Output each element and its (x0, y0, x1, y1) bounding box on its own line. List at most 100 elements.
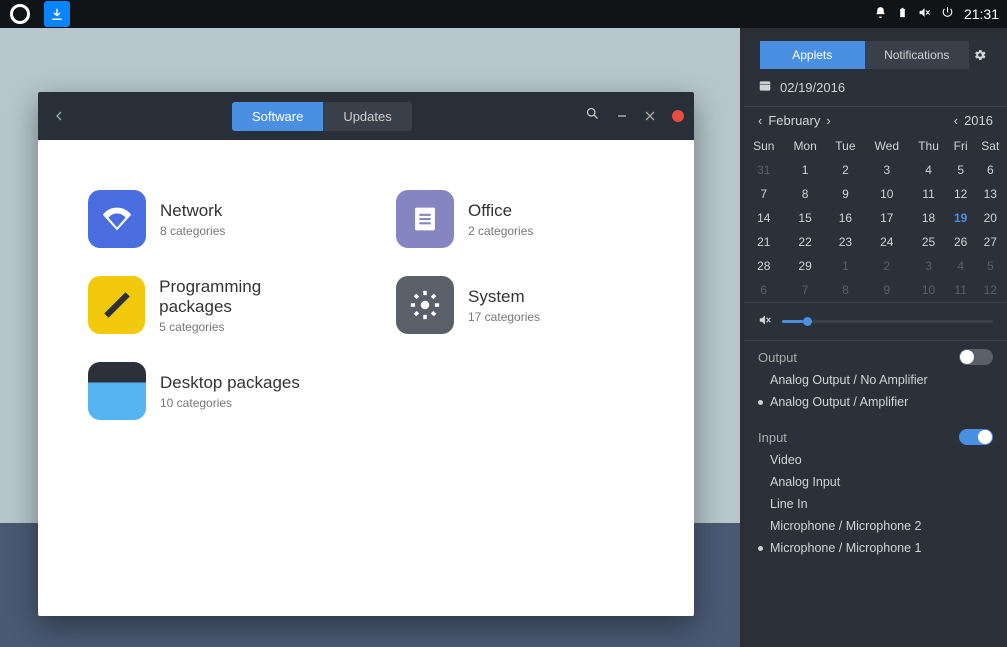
calendar-day[interactable]: 26 (948, 230, 974, 254)
calendar-day[interactable]: 15 (784, 206, 827, 230)
calendar-day[interactable]: 16 (827, 206, 864, 230)
calendar-day[interactable]: 10 (864, 182, 909, 206)
output-list: Analog Output / No AmplifierAnalog Outpu… (744, 365, 1007, 421)
calendar-day[interactable]: 18 (909, 206, 947, 230)
window-maximize[interactable] (644, 110, 656, 122)
month-label: February (768, 113, 820, 128)
calendar-day[interactable]: 28 (744, 254, 784, 278)
tab-updates[interactable]: Updates (323, 102, 411, 131)
calendar-day[interactable]: 24 (864, 230, 909, 254)
calendar-day[interactable]: 6 (974, 158, 1007, 182)
category-label: System (468, 287, 540, 307)
category-sub: 8 categories (160, 224, 225, 238)
start-menu-button[interactable] (10, 4, 30, 24)
window-titlebar[interactable]: Software Updates (38, 92, 694, 140)
calendar-day[interactable]: 11 (948, 278, 974, 302)
tab-applets[interactable]: Applets (760, 41, 865, 69)
month-next[interactable]: › (826, 113, 830, 128)
calendar-day[interactable]: 9 (827, 182, 864, 206)
category-label: Desktop packages (160, 373, 300, 393)
category-sub: 10 categories (160, 396, 300, 410)
calendar-day[interactable]: 13 (974, 182, 1007, 206)
calendar-day[interactable]: 27 (974, 230, 1007, 254)
category-programming[interactable]: Programming packages 5 categories (88, 276, 336, 334)
category-sub: 17 categories (468, 310, 540, 324)
calendar-dow: Thu (909, 134, 947, 158)
window-close[interactable] (672, 110, 684, 122)
calendar-day[interactable]: 1 (827, 254, 864, 278)
calendar-day[interactable]: 21 (744, 230, 784, 254)
calendar-day[interactable]: 8 (827, 278, 864, 302)
calendar-icon (758, 79, 772, 96)
category-label: Office (468, 201, 533, 221)
calendar-day[interactable]: 17 (864, 206, 909, 230)
calendar-day[interactable]: 10 (909, 278, 947, 302)
calendar-day[interactable]: 1 (784, 158, 827, 182)
battery-icon[interactable] (897, 6, 908, 22)
volume-mute-icon[interactable] (918, 6, 931, 22)
audio-option[interactable]: Analog Output / No Amplifier (770, 369, 1007, 391)
category-system[interactable]: System 17 categories (396, 276, 644, 334)
taskbar-download-button[interactable] (44, 1, 70, 27)
audio-option[interactable]: Analog Input (770, 471, 1007, 493)
calendar-day[interactable]: 11 (909, 182, 947, 206)
calendar-day[interactable]: 14 (744, 206, 784, 230)
audio-option[interactable]: Microphone / Microphone 2 (770, 515, 1007, 537)
calendar-day[interactable]: 8 (784, 182, 827, 206)
calendar-day[interactable]: 22 (784, 230, 827, 254)
calendar-day[interactable]: 23 (827, 230, 864, 254)
output-label: Output (758, 350, 797, 365)
audio-option[interactable]: Line In (770, 493, 1007, 515)
category-network[interactable]: Network 8 categories (88, 190, 336, 248)
calendar-day[interactable]: 2 (864, 254, 909, 278)
year-prev[interactable]: ‹ (954, 113, 958, 128)
calendar-day[interactable]: 4 (909, 158, 947, 182)
calendar-day[interactable]: 7 (784, 278, 827, 302)
calendar-day[interactable]: 12 (974, 278, 1007, 302)
calendar-day[interactable]: 20 (974, 206, 1007, 230)
settings-gear-icon[interactable] (969, 41, 991, 69)
category-office[interactable]: Office2 categories (396, 190, 644, 248)
calendar-day[interactable]: 25 (909, 230, 947, 254)
calendar-day[interactable]: 12 (948, 182, 974, 206)
calendar-day[interactable]: 2 (827, 158, 864, 182)
category-sub: 5 categories (159, 320, 336, 334)
calendar-dow: Fri (948, 134, 974, 158)
software-center-window: Software Updates Network 8 categories Off… (38, 92, 694, 616)
calendar-day[interactable]: 5 (974, 254, 1007, 278)
back-button[interactable] (48, 105, 70, 127)
panel-sidebar: Applets Notifications 02/19/2016 ‹ Febru… (744, 33, 1007, 647)
month-prev[interactable]: ‹ (758, 113, 762, 128)
calendar-day[interactable]: 5 (948, 158, 974, 182)
calendar-day[interactable]: 19 (948, 206, 974, 230)
notifications-icon[interactable] (874, 6, 887, 22)
category-label: Network (160, 201, 225, 221)
calendar-dow: Sun (744, 134, 784, 158)
calendar-day[interactable]: 9 (864, 278, 909, 302)
calendar-dow: Wed (864, 134, 909, 158)
calendar-grid: SunMonTueWedThuFriSat 311234567891011121… (744, 134, 1007, 302)
audio-option[interactable]: Analog Output / Amplifier (770, 391, 1007, 413)
tab-software[interactable]: Software (232, 102, 323, 131)
volume-slider[interactable] (782, 320, 993, 323)
category-desktop[interactable]: Desktop packages 10 categories (88, 362, 368, 420)
window-minimize[interactable] (616, 110, 628, 122)
clock-time[interactable]: 21:31 (964, 6, 999, 22)
calendar-day[interactable]: 31 (744, 158, 784, 182)
tab-notifications[interactable]: Notifications (865, 41, 970, 69)
category-label: Programming packages (159, 277, 336, 317)
calendar-day[interactable]: 3 (909, 254, 947, 278)
calendar-day[interactable]: 7 (744, 182, 784, 206)
power-icon[interactable] (941, 6, 954, 22)
volume-mute-icon[interactable] (758, 313, 772, 330)
calendar-day[interactable]: 4 (948, 254, 974, 278)
audio-option[interactable]: Microphone / Microphone 1 (770, 537, 1007, 559)
calendar-day[interactable]: 29 (784, 254, 827, 278)
taskbar: 21:31 (0, 0, 1007, 28)
audio-option[interactable]: Video (770, 449, 1007, 471)
input-toggle[interactable] (959, 429, 993, 445)
calendar-day[interactable]: 6 (744, 278, 784, 302)
calendar-day[interactable]: 3 (864, 158, 909, 182)
search-button[interactable] (585, 106, 600, 126)
output-toggle[interactable] (959, 349, 993, 365)
